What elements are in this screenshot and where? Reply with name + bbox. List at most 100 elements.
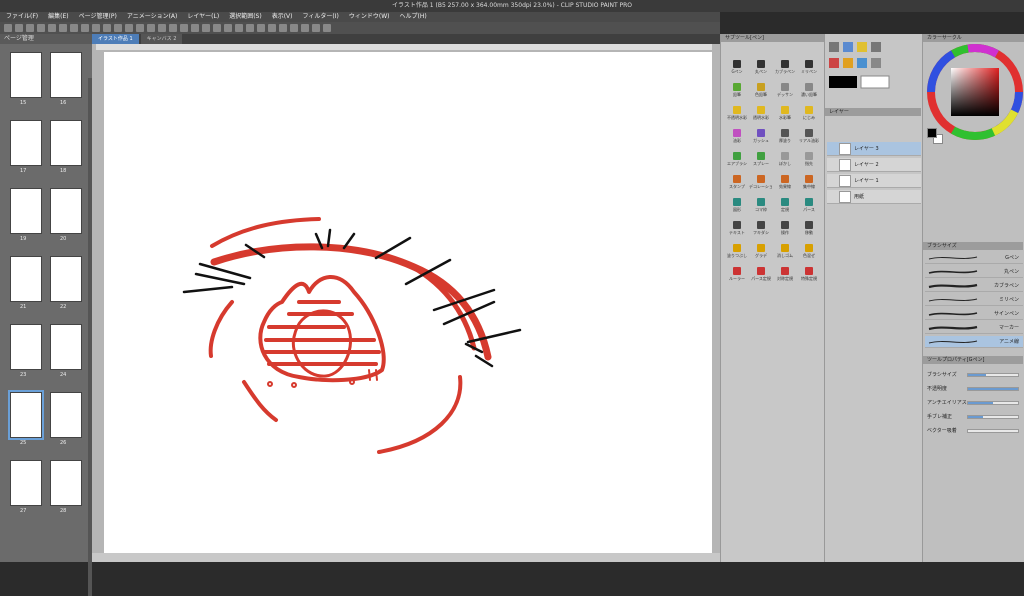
subtool-item[interactable]: 操作 xyxy=(773,221,797,240)
toolbar-button[interactable] xyxy=(169,24,177,32)
page-thumbnail[interactable] xyxy=(50,324,82,370)
canvas-tab[interactable]: イラスト作品 1 xyxy=(92,34,139,44)
subtool-item[interactable]: テキスト xyxy=(725,221,749,240)
subtool-item[interactable]: 定規 xyxy=(773,198,797,217)
toolbar-button[interactable] xyxy=(202,24,210,32)
subtool-item[interactable]: 特殊定規 xyxy=(797,267,821,286)
subtool-item[interactable]: 厚塗り xyxy=(773,129,797,148)
subtool-item[interactable]: 色鉛筆 xyxy=(749,83,773,102)
page-thumbnail[interactable] xyxy=(8,390,44,440)
toolbar-button[interactable] xyxy=(268,24,276,32)
subtool-item[interactable]: Gペン xyxy=(725,60,749,79)
subtool-item[interactable]: 消しゴム xyxy=(773,244,797,263)
menu-item[interactable]: ページ管理(P) xyxy=(79,12,117,22)
page-thumbnail[interactable] xyxy=(50,52,82,98)
toolbar-button[interactable] xyxy=(147,24,155,32)
subtool-item[interactable]: 水彩筆 xyxy=(773,106,797,125)
subtool-item[interactable]: ガッシュ xyxy=(749,129,773,148)
toolbar-button[interactable] xyxy=(70,24,78,32)
menu-item[interactable]: アニメーション(A) xyxy=(127,12,178,22)
subtool-item[interactable]: 移動 xyxy=(797,221,821,240)
toolbar-button[interactable] xyxy=(323,24,331,32)
subtool-item[interactable]: 塗りつぶし xyxy=(725,244,749,263)
subtool-item[interactable]: 指先 xyxy=(797,152,821,171)
subtool-item[interactable]: 色混ぜ xyxy=(797,244,821,263)
menu-item[interactable]: ファイル(F) xyxy=(6,12,38,22)
toolbar-button[interactable] xyxy=(37,24,45,32)
subtool-item[interactable]: フキダシ xyxy=(749,221,773,240)
subtool-item[interactable]: パース xyxy=(797,198,821,217)
page-thumbnail[interactable] xyxy=(10,52,42,98)
menu-item[interactable]: ヘルプ(H) xyxy=(399,12,426,22)
subtool-item[interactable]: 効果線 xyxy=(773,175,797,194)
toolbar-button[interactable] xyxy=(103,24,111,32)
subtool-item[interactable]: 濃い鉛筆 xyxy=(797,83,821,102)
toolbar-button[interactable] xyxy=(125,24,133,32)
property-slider[interactable] xyxy=(967,401,1019,405)
toolbar-button[interactable] xyxy=(235,24,243,32)
subtool-item[interactable]: 油彩 xyxy=(725,129,749,148)
brush-preset[interactable]: Gペン xyxy=(925,252,1023,264)
subtool-item[interactable]: ぼかし xyxy=(773,152,797,171)
menu-item[interactable]: ウィンドウ(W) xyxy=(349,12,390,22)
layer-row[interactable]: 用紙 xyxy=(827,190,921,204)
subtool-item[interactable]: デコレーション xyxy=(749,175,773,194)
subtool-item[interactable]: 丸ペン xyxy=(749,60,773,79)
toolbar-button[interactable] xyxy=(312,24,320,32)
property-slider[interactable] xyxy=(967,415,1019,419)
page-thumbnail[interactable] xyxy=(50,120,82,166)
toolbar-button[interactable] xyxy=(59,24,67,32)
toolbar-button[interactable] xyxy=(279,24,287,32)
menu-item[interactable]: 選択範囲(S) xyxy=(229,12,262,22)
page-thumbnail[interactable] xyxy=(50,256,82,302)
page-thumbnail[interactable] xyxy=(50,392,82,438)
subtool-item[interactable]: カブラペン xyxy=(773,60,797,79)
brush-preset[interactable]: カブラペン xyxy=(925,280,1023,292)
subtool-item[interactable]: デッサン xyxy=(773,83,797,102)
page-thumbnail[interactable] xyxy=(10,120,42,166)
subtool-item[interactable]: リアル油彩 xyxy=(797,129,821,148)
subtool-item[interactable]: 集中線 xyxy=(797,175,821,194)
toolbar-button[interactable] xyxy=(290,24,298,32)
page-thumbnail[interactable] xyxy=(10,188,42,234)
subtool-item[interactable]: スプレー xyxy=(749,152,773,171)
brush-preset[interactable]: サインペン xyxy=(925,308,1023,320)
layer-row[interactable]: レイヤー 1 xyxy=(827,174,921,188)
subtool-item[interactable]: ミリペン xyxy=(797,60,821,79)
subtool-item[interactable]: コマ枠 xyxy=(749,198,773,217)
layer-row[interactable]: レイヤー 3 xyxy=(827,142,921,156)
menu-item[interactable]: 編集(E) xyxy=(48,12,68,22)
toolbar-button[interactable] xyxy=(257,24,265,32)
menu-item[interactable]: フィルター(I) xyxy=(303,12,339,22)
toolbar-button[interactable] xyxy=(114,24,122,32)
page-thumbnail[interactable] xyxy=(50,188,82,234)
subtool-item[interactable]: パース定規 xyxy=(749,267,773,286)
subtool-item[interactable]: 鉛筆 xyxy=(725,83,749,102)
toolbar-button[interactable] xyxy=(180,24,188,32)
layer-row[interactable]: レイヤー 2 xyxy=(827,158,921,172)
brush-preset[interactable]: アニメ線 xyxy=(925,336,1023,348)
color-wheel[interactable] xyxy=(925,42,1024,142)
toolbar-button[interactable] xyxy=(246,24,254,32)
property-slider[interactable] xyxy=(967,429,1019,433)
subtool-item[interactable]: グラデ xyxy=(749,244,773,263)
toolbar-button[interactable] xyxy=(224,24,232,32)
subtool-item[interactable]: エアブラシ xyxy=(725,152,749,171)
subtool-item[interactable]: にじみ xyxy=(797,106,821,125)
toolbar-button[interactable] xyxy=(48,24,56,32)
subtool-item[interactable]: 透明水彩 xyxy=(749,106,773,125)
brush-preset[interactable]: 丸ペン xyxy=(925,266,1023,278)
subtool-item[interactable]: 対称定規 xyxy=(773,267,797,286)
brush-preset[interactable]: ミリペン xyxy=(925,294,1023,306)
toolbar-button[interactable] xyxy=(158,24,166,32)
main-color-swatch[interactable] xyxy=(927,128,937,138)
subtool-item[interactable]: ルーラー xyxy=(725,267,749,286)
property-slider[interactable] xyxy=(967,387,1019,391)
toolbar-button[interactable] xyxy=(136,24,144,32)
page-thumbnail[interactable] xyxy=(10,324,42,370)
subtool-item[interactable]: スタンプ xyxy=(725,175,749,194)
toolbar-button[interactable] xyxy=(213,24,221,32)
toolbar-button[interactable] xyxy=(26,24,34,32)
toolbar-button[interactable] xyxy=(15,24,23,32)
property-slider[interactable] xyxy=(967,373,1019,377)
